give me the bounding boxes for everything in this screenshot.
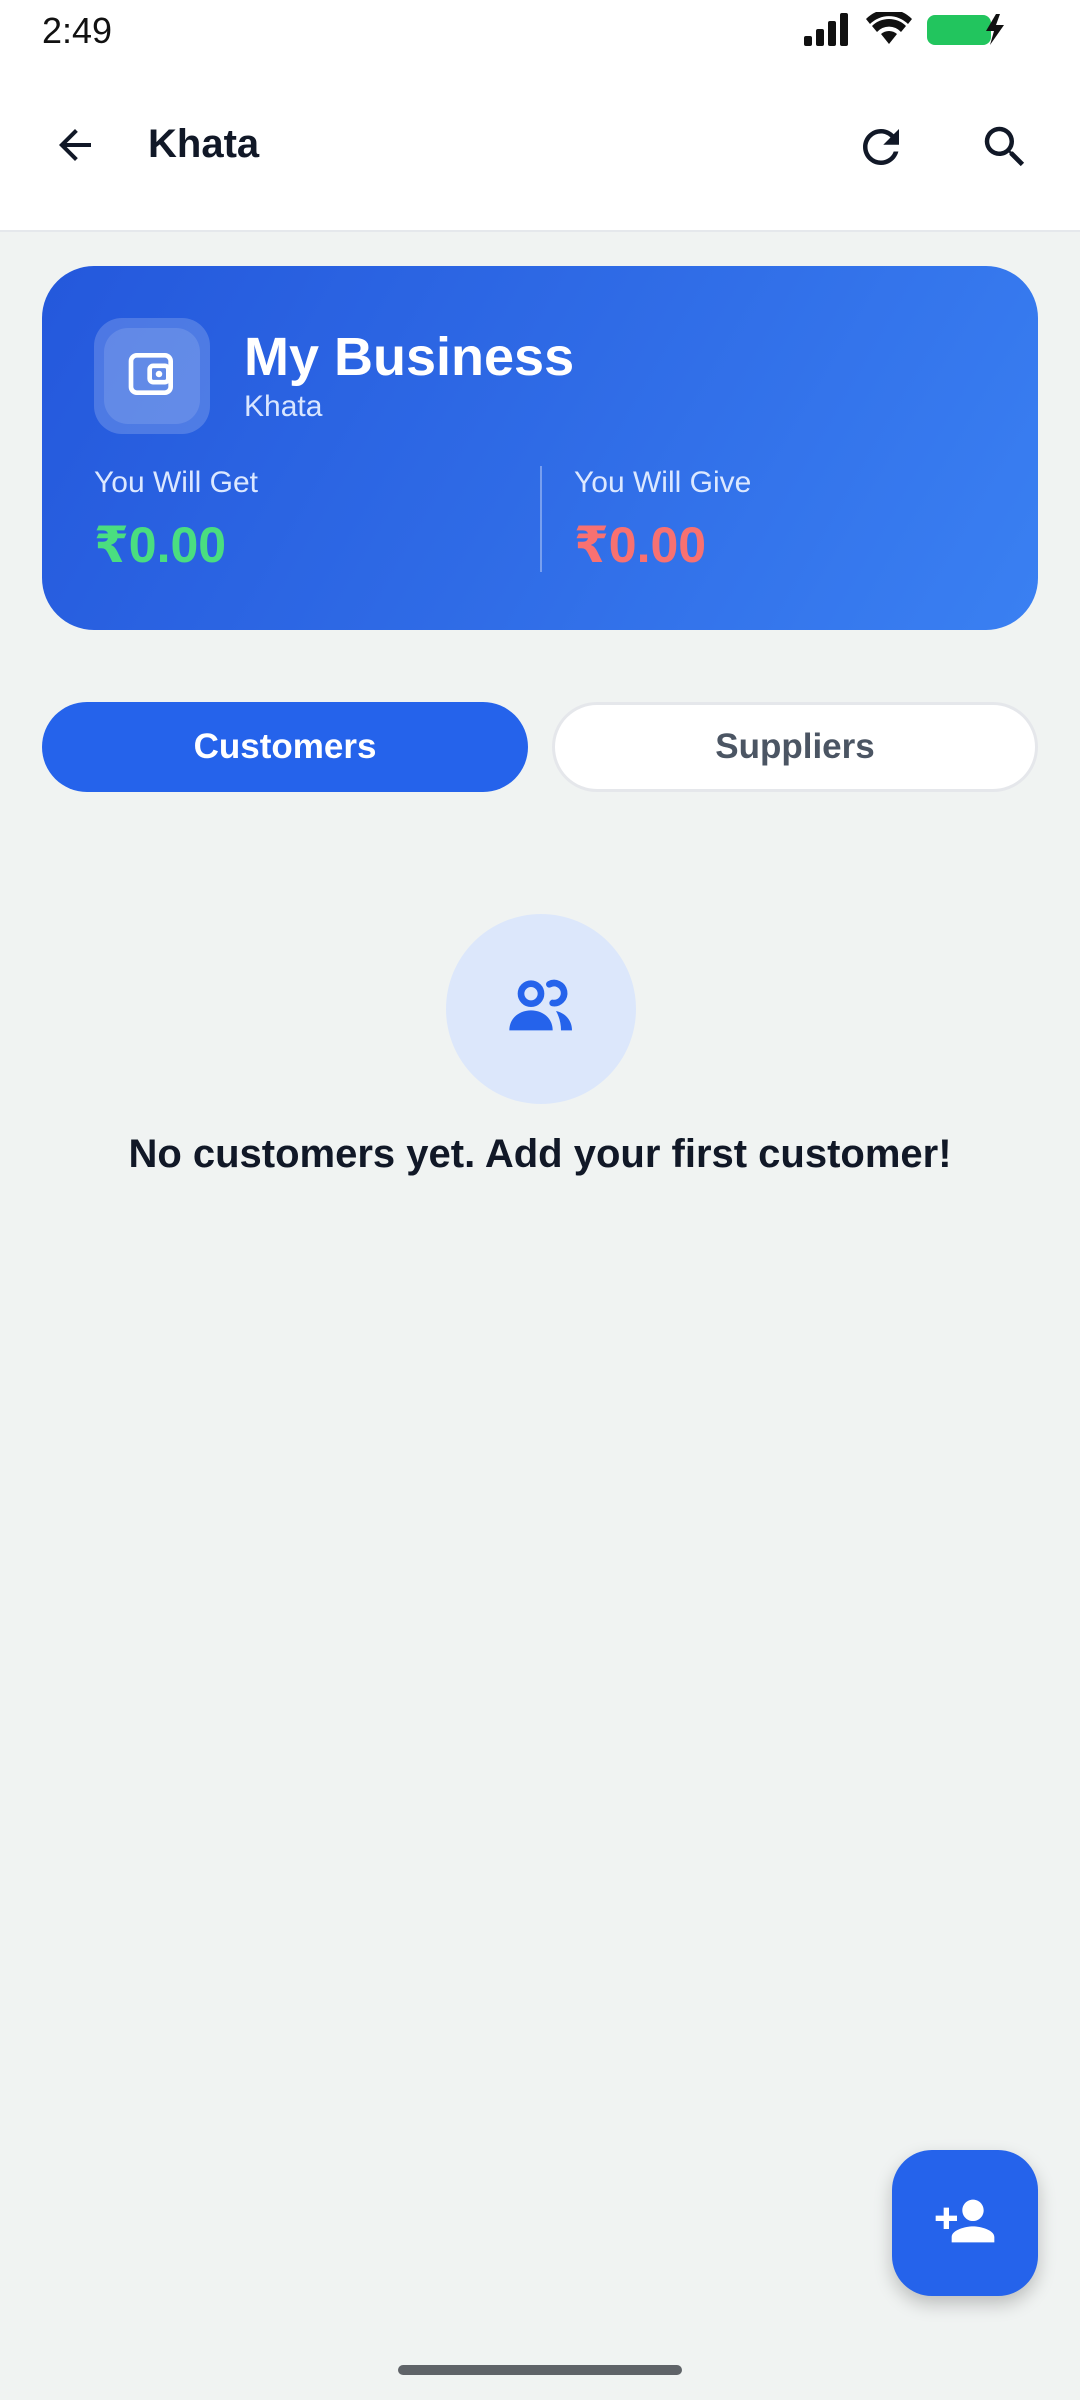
add-customer-button[interactable] [892,2150,1038,2296]
you-will-give-label: You Will Give [574,466,752,499]
back-button[interactable] [42,114,108,180]
tab-suppliers[interactable]: Suppliers [552,702,1038,792]
card-divider [540,466,542,572]
you-will-get-label: You Will Get [94,466,258,499]
status-bar: 2:49 [0,0,1080,64]
tab-customers[interactable]: Customers [42,702,528,792]
page-title: Khata [148,122,260,166]
status-icons [804,9,1008,51]
signal-icon [804,12,852,51]
you-will-get-amount: ₹0.00 [94,517,227,573]
business-subtitle: Khata [244,390,323,423]
empty-state-illustration [446,914,636,1104]
business-name: My Business [244,327,575,387]
business-logo [94,318,210,434]
you-will-give-amount: ₹0.00 [574,517,707,573]
app-bar: Khata [0,64,1080,232]
wallet-icon [124,346,180,407]
empty-state-message: No customers yet. Add your first custome… [128,1132,952,1176]
refresh-button[interactable] [846,114,916,184]
people-icon [501,967,581,1052]
battery-charging-icon [926,12,1008,51]
search-button[interactable] [970,114,1040,184]
add-person-icon [933,2189,997,2258]
search-icon [978,120,1032,179]
arrow-back-icon [51,121,99,174]
home-indicator[interactable] [398,2365,682,2375]
status-time: 2:49 [42,10,113,51]
refresh-icon [854,120,908,179]
wifi-icon [866,9,912,51]
business-summary-card: My Business Khata You Will Get ₹0.00 You… [42,266,1038,630]
